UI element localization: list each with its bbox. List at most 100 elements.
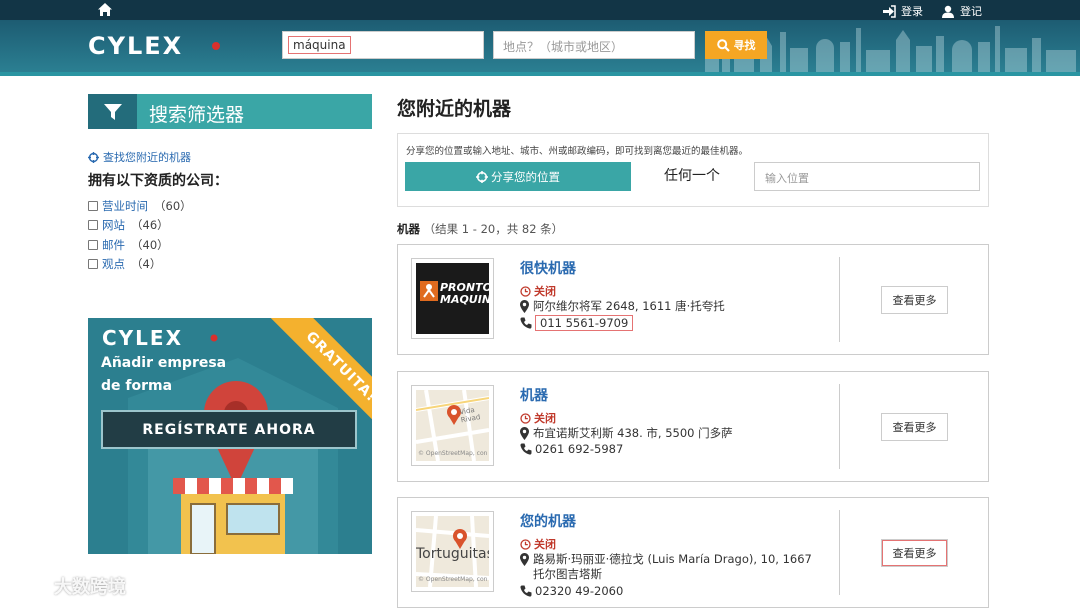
sign-in-icon [883,4,896,18]
listing-address: 阿尔维尔将军 2648, 1611 唐·托夸托 [520,299,820,314]
filter-title: 搜索筛选器 [149,104,245,126]
search-button-label: 寻找 [733,39,756,52]
phone-icon [520,443,532,455]
register-now-button[interactable]: REGÍSTRATE AHORA [101,410,357,449]
qualification-heading: 拥有以下资质的公司： [88,173,228,189]
see-more-button[interactable]: 查看更多 [881,286,948,314]
filter-checkbox[interactable] [88,259,98,270]
pronto-maquina-logo: PRONTO MAQUINA [416,263,489,334]
results-label: 机器 [397,222,420,236]
listing-phone[interactable]: 0261 692-5987 [520,442,623,456]
share-location-label: 分享您的位置 [491,169,560,184]
promo-cylex-logo: CYLEX [102,327,218,349]
filter-label[interactable]: 营业时间 [102,198,148,214]
filter-website[interactable]: 网站 （46） [88,216,192,236]
phone-number[interactable]: 02320 49-2060 [535,584,623,598]
listing-card: Tortuguitas © OpenStreetMap, con 您的机器 关闭… [397,497,989,608]
listing-thumbnail[interactable]: Vida Rivad © OpenStreetMap, con [411,385,494,466]
promo-line-2: de forma [101,378,173,394]
filter-count: （60） [154,198,192,213]
watermark-logo-icon [12,577,43,595]
svg-text:CYLEX: CYLEX [102,327,183,349]
listing-thumbnail[interactable]: Tortuguitas © OpenStreetMap, con [411,511,494,592]
filter-opening-hours[interactable]: 营业时间 （60） [88,196,192,216]
phone-number[interactable]: 011 5561-9709 [535,315,634,331]
header-stripe [0,72,1080,76]
see-more-button[interactable]: 查看更多 [881,413,948,441]
search-button[interactable]: 寻找 [705,31,767,59]
share-hint: 分享您的位置或输入地址、城市、州或邮政编码，即可找到离您最近的最佳机器。 [406,146,749,157]
card-divider [839,384,840,469]
any-label: 任何一个 [664,168,720,184]
filter-checkbox[interactable] [88,200,98,211]
map-credit: © OpenStreetMap, con [418,450,488,457]
map-marker-icon [520,553,529,566]
promo-tagline: Añadir empresa de forma [101,352,226,398]
search-value: máquina [288,36,351,54]
map-thumbnail: Vida Rivad © OpenStreetMap, con [416,390,489,461]
map-thumbnail: Tortuguitas © OpenStreetMap, con [416,516,489,587]
listing-name[interactable]: 您的机器 [520,511,576,531]
filter-label[interactable]: 邮件 [102,237,125,253]
listing-status: 关闭 [520,283,556,299]
location-input[interactable]: 地点？（城市或地区） [493,31,695,59]
map-credit: © OpenStreetMap, con [418,576,488,583]
home-icon[interactable] [97,2,113,17]
status-label: 关闭 [534,538,556,551]
listing-card: Vida Rivad © OpenStreetMap, con 机器 关闭 布宜… [397,371,989,482]
address-text: 布宜诺斯艾利斯 438. 市, 5500 门多萨 [533,426,733,440]
register-label: 登记 [960,5,982,18]
listing-status: 关闭 [520,536,556,552]
listing-name[interactable]: 机器 [520,385,548,405]
filter-checkbox[interactable] [88,239,98,250]
watermark-text: 大数跨境 [54,577,126,598]
filter-email[interactable]: 邮件 （40） [88,235,192,255]
search-icon [716,38,730,52]
status-label: 关闭 [534,412,556,425]
register-link[interactable]: 登记 [941,3,982,19]
thumb-line-2: MAQUINA [440,293,489,306]
clock-icon [520,538,531,550]
status-label: 关闭 [534,285,556,298]
filter-icon [103,103,122,120]
listing-status: 关闭 [520,410,556,426]
clock-icon [520,285,531,297]
map-marker-icon [520,300,529,313]
map-marker-icon [520,427,529,440]
storefront-icon [173,478,293,554]
listing-name[interactable]: 很快机器 [520,258,576,278]
svg-text:CYLEX: CYLEX [88,33,183,59]
map-street-label: Tortuguitas [416,546,489,562]
phone-icon [520,317,532,329]
listing-thumbnail[interactable]: PRONTO MAQUINA [411,258,494,339]
cylex-logo[interactable]: CYLEX [88,33,236,59]
filter-label[interactable]: 网站 [102,217,125,233]
search-filter-header: 搜索筛选器 [88,94,372,129]
listing-address: 布宜诺斯艾利斯 438. 市, 5500 门多萨 [520,426,820,441]
top-bar: 登录 登记 [0,0,1080,20]
filter-checkbox[interactable] [88,220,98,231]
filter-reviews[interactable]: 观点 （4） [88,255,192,275]
address-text: 阿尔维尔将军 2648, 1611 唐·托夸托 [533,299,725,313]
register-promo-banner[interactable]: CYLEX Añadir empresa de forma GRATUITA! … [88,318,372,554]
listing-phone[interactable]: 02320 49-2060 [520,584,623,598]
find-nearby-label: 查找您附近的机器 [103,151,191,164]
results-range: （结果 1 - 20，共 82 条） [423,222,564,236]
location-entry-input[interactable]: 输入位置 [754,162,980,191]
listing-phone[interactable]: 011 5561-9709 [520,315,634,331]
filter-icon-box [88,94,137,129]
filter-count: （46） [131,218,169,233]
login-link[interactable]: 登录 [882,3,923,19]
see-more-button[interactable]: 查看更多 [881,539,948,567]
search-input[interactable]: máquina [282,31,484,59]
filter-label[interactable]: 观点 [102,256,125,272]
filter-list: 营业时间 （60） 网站 （46） 邮件 （40） 观点 （4） [88,196,192,274]
listing-address: 路易斯·玛丽亚·德拉戈 (Luis María Drago), 10, 1667… [520,552,820,582]
phone-number[interactable]: 0261 692-5987 [535,442,623,456]
find-nearby-link[interactable]: 查找您附近的机器 [88,149,191,165]
crosshair-icon [88,151,99,163]
share-location-button[interactable]: 分享您的位置 [405,162,631,191]
card-divider [839,257,840,342]
results-summary: 机器 （结果 1 - 20，共 82 条） [397,221,563,237]
user-icon [942,5,954,18]
